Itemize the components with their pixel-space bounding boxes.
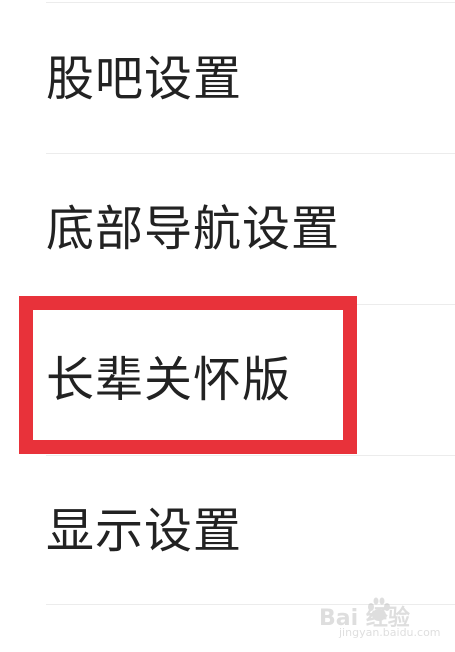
settings-item-bottom-nav[interactable]: 底部导航设置	[0, 154, 455, 304]
settings-item-guba[interactable]: 股吧设置	[0, 4, 455, 154]
settings-item-label: 底部导航设置	[46, 201, 341, 257]
settings-item-label: 长辈关怀版	[46, 352, 292, 408]
baidu-jingyan-watermark: Bai 经验 jingyan.baidu.com	[319, 597, 441, 642]
settings-item-elder-mode[interactable]: 长辈关怀版	[0, 305, 455, 455]
divider	[46, 2, 455, 3]
paw-icon	[368, 597, 390, 621]
settings-item-display[interactable]: 显示设置	[0, 456, 455, 606]
settings-item-label: 股吧设置	[46, 51, 243, 107]
settings-item-label: 显示设置	[46, 503, 243, 559]
settings-list: 股吧设置 底部导航设置 长辈关怀版 显示设置	[0, 0, 455, 652]
watermark-url: jingyan.baidu.com	[339, 626, 441, 639]
